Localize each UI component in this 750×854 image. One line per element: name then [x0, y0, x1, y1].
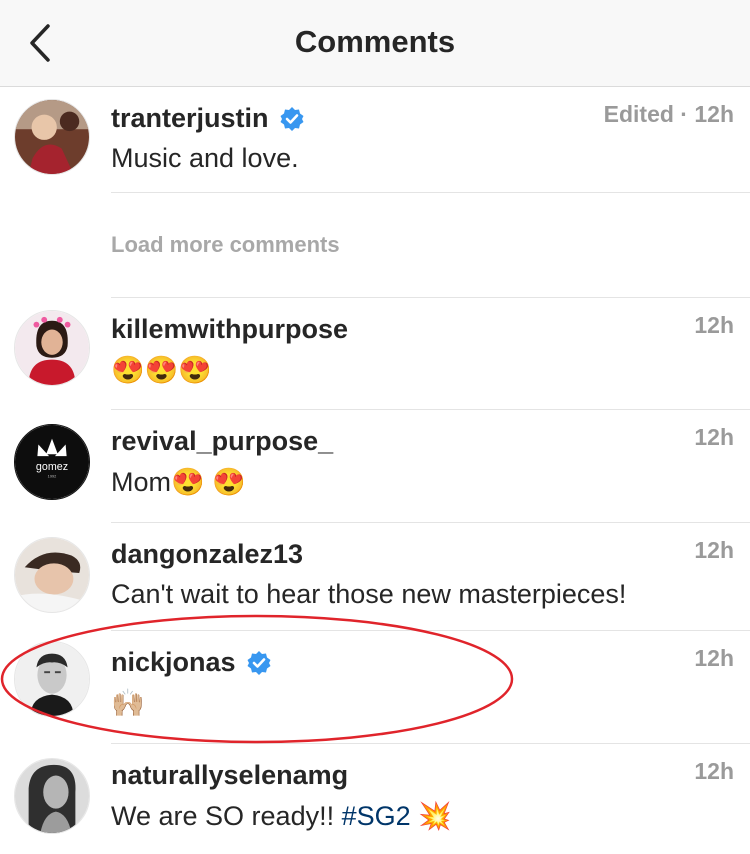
top-bar: Comments [0, 0, 750, 87]
avatar[interactable] [14, 641, 90, 717]
username[interactable]: killemwithpurpose [111, 314, 348, 345]
timestamp: 12h [694, 645, 734, 671]
comment-text: 😍😍😍 [111, 355, 212, 385]
comment-text: Music and love. [111, 143, 299, 173]
hashtag-link[interactable]: #SG2 [342, 801, 411, 831]
brand-text: gomez [36, 461, 68, 473]
divider [111, 192, 750, 193]
timestamp: Edited · 12h [603, 101, 734, 127]
page-title: Comments [294, 24, 456, 59]
comment-row: naturallyselenamg We are SO ready!! #SG2… [0, 744, 750, 854]
comment-text: Can't wait to hear those new masterpiece… [111, 579, 627, 609]
timestamp: 12h [694, 758, 734, 784]
avatar[interactable]: gomez 1992 [14, 424, 90, 500]
username[interactable]: nickjonas [111, 647, 236, 678]
comment-text: 🙌🏼 [111, 688, 145, 718]
caption-row: tranterjustin Music and love. Edited · 1… [0, 87, 750, 193]
username[interactable]: dangonzalez13 [111, 539, 303, 570]
comment-text: We are SO ready!! #SG2 💥 [111, 800, 452, 832]
comment-row: dangonzalez13 Can't wait to hear those n… [0, 523, 750, 631]
timestamp: 12h [694, 312, 734, 338]
avatar[interactable] [14, 758, 90, 834]
comment-row: gomez 1992 revival_purpose_ Mom😍 😍 12h [0, 410, 750, 523]
timestamp: 12h [694, 537, 734, 563]
timestamp: 12h [694, 424, 734, 450]
comment-text: Mom😍 😍 [111, 467, 246, 497]
comment-text-prefix: We are SO ready!! [111, 801, 342, 831]
brand-year: 1992 [48, 474, 57, 479]
username[interactable]: naturallyselenamg [111, 760, 348, 791]
avatar[interactable] [14, 99, 90, 175]
load-more-comments-link[interactable]: Load more comments [111, 232, 340, 258]
comment-text-suffix: 💥 [410, 801, 452, 831]
avatar[interactable] [14, 310, 90, 386]
verified-badge-icon [247, 650, 271, 675]
comment-row: killemwithpurpose 😍😍😍 12h [0, 298, 750, 410]
username[interactable]: tranterjustin [111, 103, 269, 134]
avatar[interactable] [14, 537, 90, 613]
comment-row: nickjonas 🙌🏼 12h [0, 631, 750, 744]
verified-badge-icon [280, 106, 304, 131]
username[interactable]: revival_purpose_ [111, 426, 333, 457]
